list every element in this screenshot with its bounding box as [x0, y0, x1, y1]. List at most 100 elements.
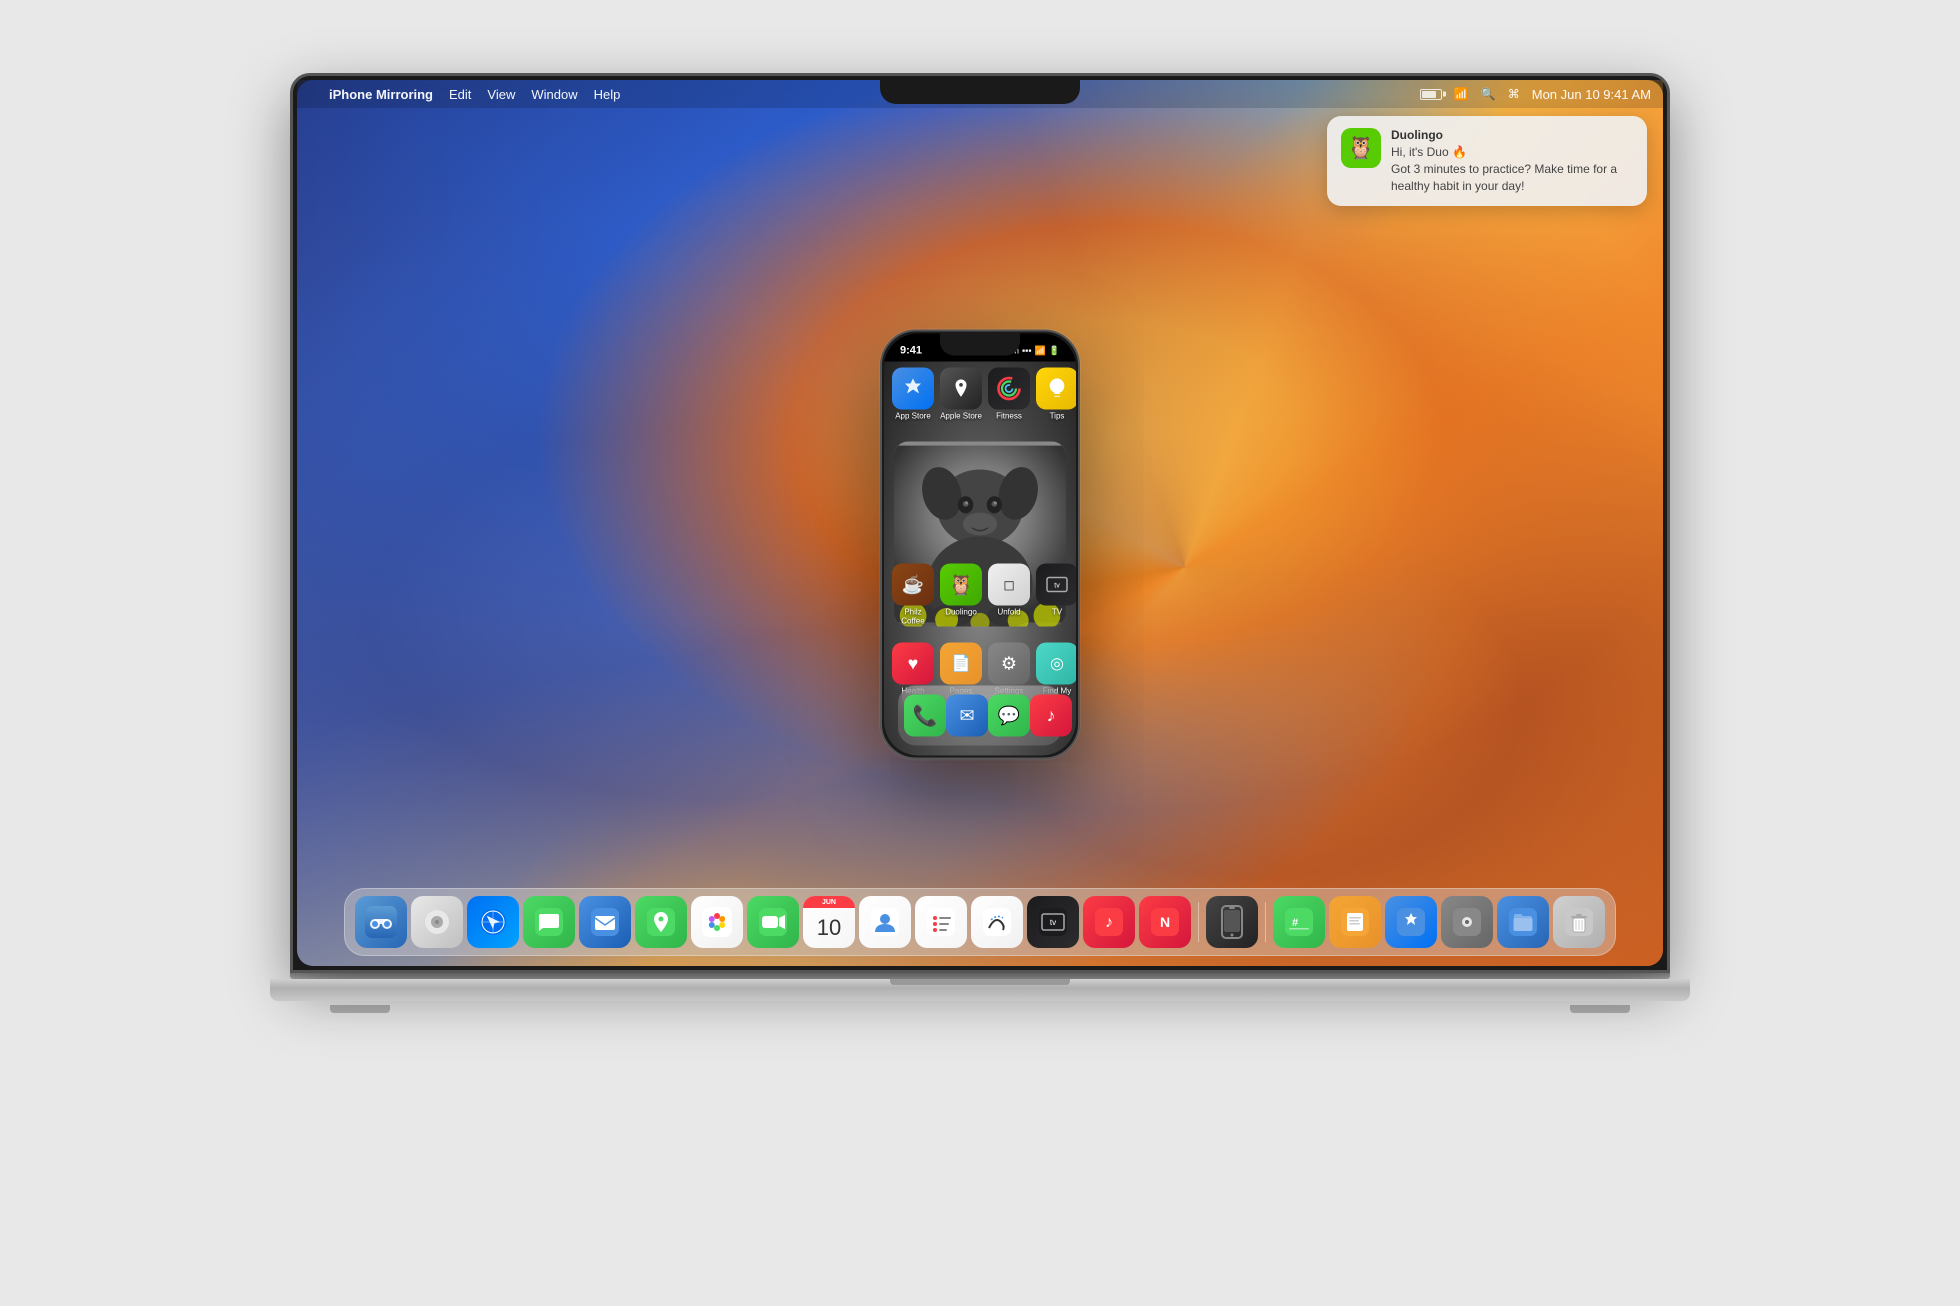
tv-app-icon: tv	[1036, 564, 1076, 606]
svg-text:#: #	[1292, 917, 1298, 929]
dock-tv[interactable]: tv	[1027, 896, 1079, 948]
pages-app-icon: 📄	[940, 643, 982, 685]
macbook-notch	[880, 76, 1080, 104]
dock-separator-2	[1265, 902, 1266, 942]
macbook-base	[270, 979, 1690, 1001]
findmy-app-icon: ◎	[1036, 643, 1076, 685]
iphone-app-tv[interactable]: tv TV	[1036, 564, 1076, 626]
svg-text:N: N	[1160, 914, 1170, 930]
menubar-edit[interactable]: Edit	[449, 87, 471, 102]
dock-numbers[interactable]: #	[1273, 896, 1325, 948]
menubar-app-name[interactable]: iPhone Mirroring	[329, 87, 433, 102]
dock-finder[interactable]	[355, 896, 407, 948]
search-icon[interactable]: 🔍	[1481, 87, 1496, 101]
notification-content: Duolingo Hi, it's Duo 🔥 Got 3 minutes to…	[1391, 128, 1633, 194]
iphone-app-philz[interactable]: ☕ Philz Coffee	[892, 564, 934, 626]
notification-app-name: Duolingo	[1391, 128, 1633, 142]
dock-maps[interactable]	[635, 896, 687, 948]
iphone-dock-phone[interactable]: 📞	[904, 695, 946, 737]
dock-separator	[1198, 902, 1199, 942]
wallpaper: iPhone Mirroring Edit View Window Help 📶…	[297, 80, 1663, 966]
dock-music[interactable]: ♪	[1083, 896, 1135, 948]
unfold-app-icon: ◻	[988, 564, 1030, 606]
menubar-right: 📶 🔍 ⌘ Mon Jun 10 9:41 AM	[1420, 87, 1651, 102]
dock-mail[interactable]	[579, 896, 631, 948]
iphone-wifi: 📶	[1035, 345, 1046, 356]
iphone-notch	[940, 332, 1020, 356]
macbook: iPhone Mirroring Edit View Window Help 📶…	[280, 73, 1680, 1233]
dock-facetime[interactable]	[747, 896, 799, 948]
notification-app-icon: 🦉	[1341, 128, 1381, 168]
philz-label: Philz Coffee	[892, 608, 934, 626]
iphone-apps-row2: ☕ Philz Coffee 🦉 Duolingo	[892, 564, 1068, 626]
macbook-foot-right	[1570, 1005, 1630, 1013]
dock-trash[interactable]	[1553, 896, 1605, 948]
appstore-label: App Store	[895, 412, 931, 421]
svg-text:tv: tv	[1050, 918, 1056, 927]
iphone-screen[interactable]: 9:41 ⏱ 15m ▪▪▪ 📶 🔋	[884, 334, 1076, 756]
settings-app-icon: ⚙	[988, 643, 1030, 685]
fitness-label: Fitness	[996, 412, 1022, 421]
dock-freeform[interactable]	[971, 896, 1023, 948]
iphone-app-appstore[interactable]: App Store	[892, 368, 934, 421]
menubar-view[interactable]: View	[487, 87, 515, 102]
iphone-device: 9:41 ⏱ 15m ▪▪▪ 📶 🔋	[880, 330, 1080, 760]
iphone-homescreen[interactable]: App Store Apple Store	[884, 362, 1076, 756]
dock-photos[interactable]	[691, 896, 743, 948]
mac-dock: JUN 10	[344, 888, 1616, 956]
wifi-icon: 📶	[1454, 87, 1469, 101]
notification-banner[interactable]: 🦉 Duolingo Hi, it's Duo 🔥 Got 3 minutes …	[1327, 116, 1647, 206]
philz-app-icon: ☕	[892, 564, 934, 606]
dock-safari[interactable]	[467, 896, 519, 948]
dock-folder[interactable]	[1497, 896, 1549, 948]
health-app-icon: ♥	[892, 643, 934, 685]
iphone-battery: 🔋	[1049, 345, 1060, 356]
menubar-window[interactable]: Window	[531, 87, 577, 102]
dock-music-app-icon: ♪	[1030, 695, 1072, 737]
svg-text:♪: ♪	[1105, 914, 1113, 931]
iphone-app-fitness[interactable]: Fitness	[988, 368, 1030, 421]
iphone-dock: 📞 ✉	[898, 686, 1062, 746]
iphone-app-applestore[interactable]: Apple Store	[940, 368, 982, 421]
dock-iphone-mirroring[interactable]	[1206, 896, 1258, 948]
iphone-signal: ▪▪▪	[1022, 346, 1032, 356]
dock-settings[interactable]	[1441, 896, 1493, 948]
duolingo-app-icon: 🦉	[940, 564, 982, 606]
dock-calendar[interactable]: JUN 10	[803, 896, 855, 948]
dock-pages[interactable]	[1329, 896, 1381, 948]
screen: iPhone Mirroring Edit View Window Help 📶…	[297, 80, 1663, 966]
appstore-app-icon	[892, 368, 934, 410]
applestore-app-icon	[940, 368, 982, 410]
iphone-dock-messages[interactable]: 💬	[988, 695, 1030, 737]
iphone-app-duolingo[interactable]: 🦉 Duolingo	[940, 564, 982, 626]
iphone-dock-music[interactable]: ♪	[1030, 695, 1072, 737]
svg-text:tv: tv	[1054, 583, 1060, 590]
menubar-datetime: Mon Jun 10 9:41 AM	[1532, 87, 1651, 102]
iphone-time: 9:41	[900, 345, 922, 357]
siri-icon[interactable]: ⌘	[1508, 87, 1520, 101]
iphone-apps-row1: App Store Apple Store	[892, 368, 1068, 421]
dock-contacts[interactable]	[859, 896, 911, 948]
applestore-label: Apple Store	[940, 412, 982, 421]
iphone-dock-mail[interactable]: ✉	[946, 695, 988, 737]
dock-reminders[interactable]	[915, 896, 967, 948]
dock-appstore[interactable]	[1385, 896, 1437, 948]
iphone-app-tips[interactable]: Tips	[1036, 368, 1076, 421]
dock-news[interactable]: N	[1139, 896, 1191, 948]
tv-label: TV	[1052, 608, 1062, 617]
macbook-feet	[330, 1001, 1630, 1013]
iphone-app-unfold[interactable]: ◻ Unfold	[988, 564, 1030, 626]
dock-launchpad[interactable]	[411, 896, 463, 948]
dock-messages[interactable]	[523, 896, 575, 948]
fitness-app-icon	[988, 368, 1030, 410]
phone-app-icon: 📞	[904, 695, 946, 737]
tips-app-icon	[1036, 368, 1076, 410]
unfold-label: Unfold	[997, 608, 1020, 617]
iphone-mirroring-window[interactable]: 9:41 ⏱ 15m ▪▪▪ 📶 🔋	[880, 330, 1080, 760]
tips-label: Tips	[1050, 412, 1065, 421]
macbook-foot-left	[330, 1005, 390, 1013]
menubar-left: iPhone Mirroring Edit View Window Help	[309, 87, 620, 102]
battery-icon	[1420, 89, 1442, 100]
menubar-help[interactable]: Help	[594, 87, 621, 102]
dock-mail-app-icon: ✉	[946, 695, 988, 737]
